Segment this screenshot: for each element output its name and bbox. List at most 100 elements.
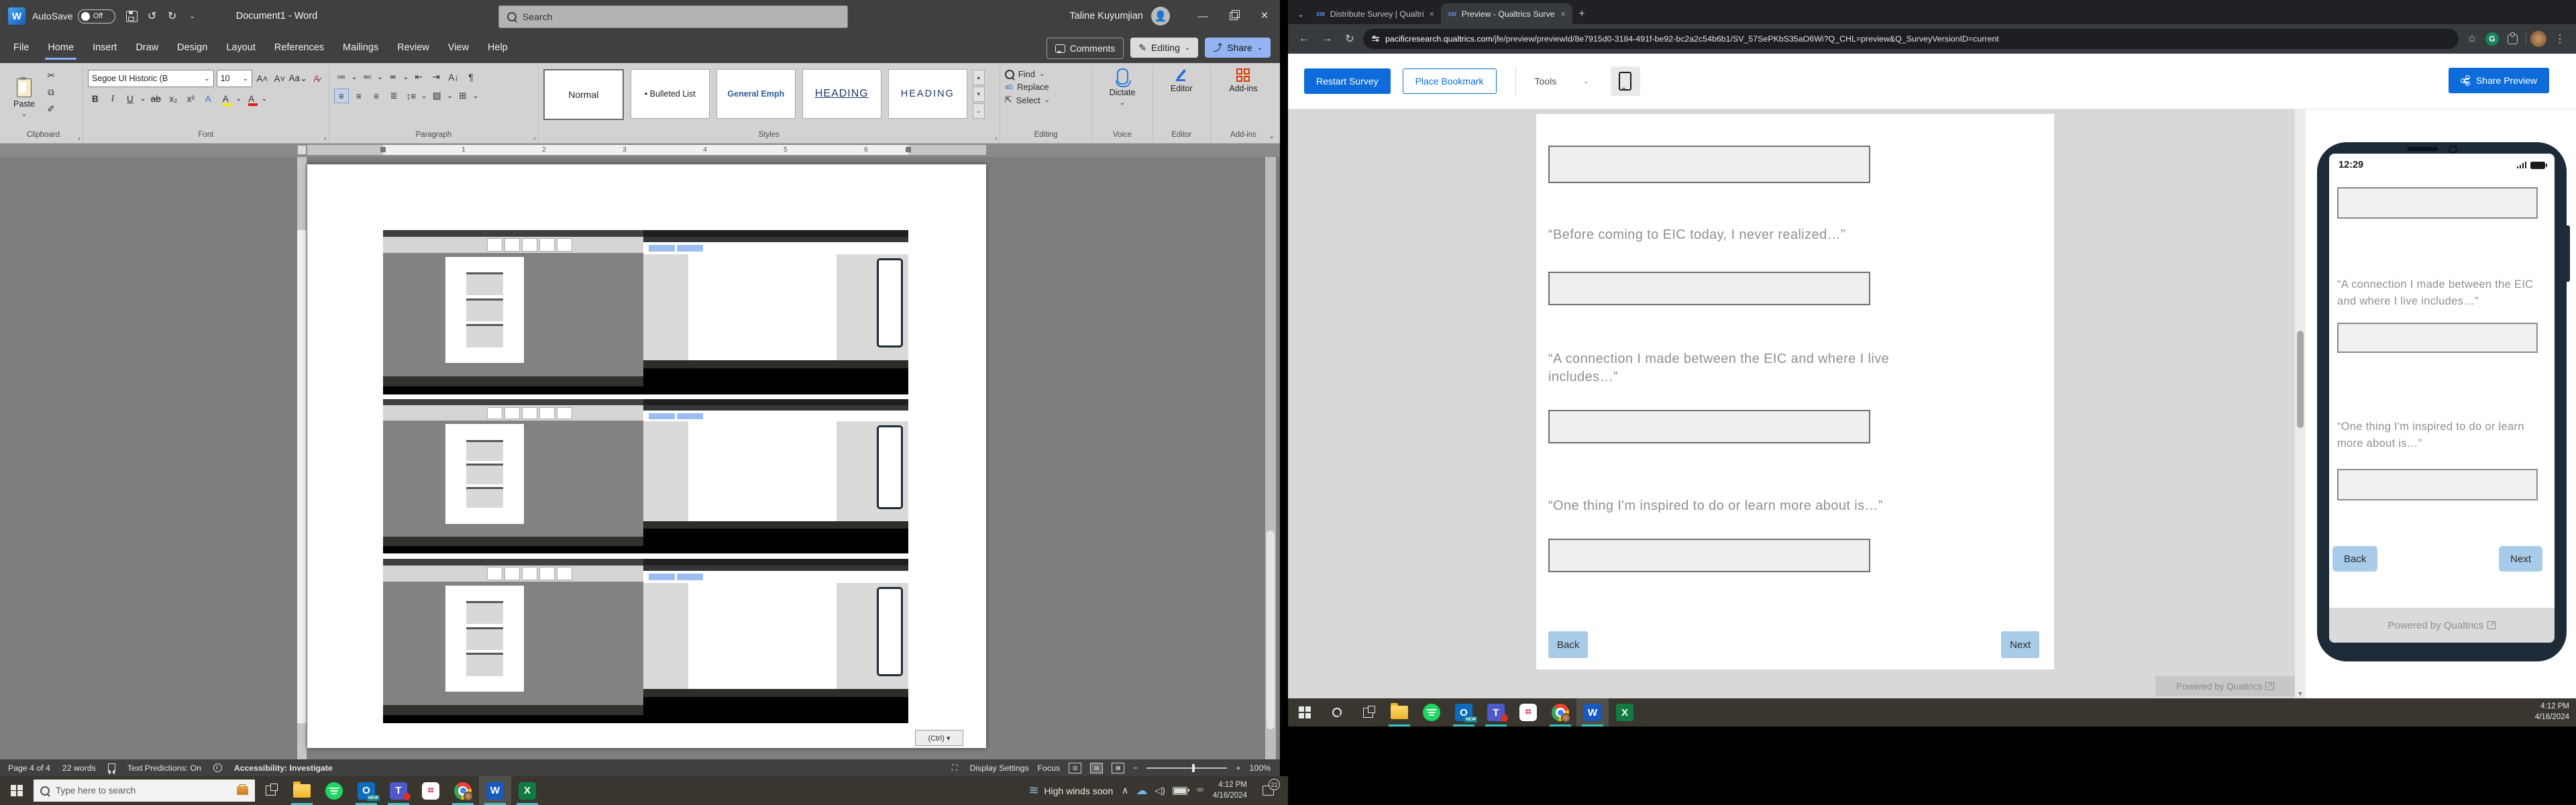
- scrollbar-thumb[interactable]: [2297, 331, 2304, 428]
- decrease-indent-button[interactable]: ⇤: [411, 70, 426, 85]
- address-bar[interactable]: pacificresearch.qualtrics.com/jfe/previe…: [1363, 29, 2459, 49]
- tab-search-button[interactable]: ⌄: [1292, 4, 1309, 24]
- multilevel-list-button[interactable]: ≖: [386, 70, 400, 85]
- text-entry-box[interactable]: [2337, 469, 2538, 500]
- word-search-box[interactable]: Search: [498, 5, 848, 28]
- tab-preview-survey[interactable]: XM Preview - Qualtrics Survey | Qua ×: [1441, 3, 1572, 24]
- show-hidden-icons[interactable]: ∧: [1122, 785, 1128, 796]
- reload-button[interactable]: ↻: [1340, 30, 1359, 48]
- scrollbar-thumb[interactable]: [1267, 531, 1275, 729]
- editing-mode-button[interactable]: ✎Editing⌄: [1130, 38, 1198, 58]
- read-mode-button[interactable]: ▥: [1069, 763, 1081, 773]
- taskbar-outlook[interactable]: ONEW: [1448, 698, 1480, 727]
- embedded-screenshot-3[interactable]: [383, 559, 908, 723]
- taskbar-search[interactable]: Type here to search: [34, 780, 255, 802]
- scrollbar-down-arrow[interactable]: ▼: [2295, 690, 2306, 697]
- next-button[interactable]: Next: [2001, 631, 2039, 658]
- redo-button[interactable]: ↻: [162, 6, 182, 26]
- editor-button[interactable]: Editor: [1171, 66, 1193, 131]
- web-layout-button[interactable]: ▦: [1112, 763, 1124, 773]
- document-page[interactable]: (Ctrl) ▾: [307, 164, 986, 748]
- place-bookmark-button[interactable]: Place Bookmark: [1403, 68, 1497, 94]
- shading-button[interactable]: ▨: [429, 89, 444, 103]
- tab-layout[interactable]: Layout: [225, 40, 257, 56]
- powered-by-qualtrics[interactable]: Powered by Qualtrics↗: [2329, 608, 2555, 643]
- taskbar-file-explorer[interactable]: [1383, 698, 1415, 727]
- start-button[interactable]: [1288, 698, 1322, 727]
- wifi-icon[interactable]: [1195, 787, 1205, 795]
- text-entry-box[interactable]: [1548, 272, 1870, 305]
- borders-button[interactable]: ⊞: [455, 89, 470, 103]
- text-entry-box[interactable]: [2337, 323, 2538, 353]
- tab-insert[interactable]: Insert: [91, 40, 118, 56]
- undo-button[interactable]: ↺: [142, 6, 162, 26]
- text-entry-box[interactable]: [2337, 187, 2538, 219]
- search-highlights-icon[interactable]: [237, 786, 248, 795]
- text-effects-button[interactable]: A: [201, 91, 215, 106]
- comments-button[interactable]: Comments: [1046, 38, 1124, 59]
- font-dialog-launcher[interactable]: ⌟: [323, 133, 327, 141]
- tab-design[interactable]: Design: [176, 40, 209, 56]
- page-indicator[interactable]: Page 4 of 4: [8, 763, 50, 773]
- taskbar-clock[interactable]: 4:12 PM4/16/2024: [1213, 780, 1247, 801]
- indent-marker-left[interactable]: [380, 147, 386, 152]
- taskbar-chrome[interactable]: [447, 776, 479, 805]
- tab-distribute-survey[interactable]: XM Distribute Survey | Qualtrics Ex ×: [1309, 3, 1441, 24]
- strikethrough-button[interactable]: ab: [148, 91, 163, 106]
- text-entry-box[interactable]: [1548, 146, 1870, 183]
- tab-view[interactable]: View: [447, 40, 470, 56]
- superscript-button[interactable]: x²: [183, 91, 198, 106]
- collapse-ribbon-button[interactable]: ⌄: [1269, 131, 1275, 140]
- copy-button[interactable]: ⧉: [44, 85, 58, 100]
- powered-by-qualtrics[interactable]: Powered by Qualtrics↗: [2155, 676, 2295, 696]
- zoom-knob[interactable]: [1192, 764, 1195, 772]
- mobile-view-toggle[interactable]: [1611, 66, 1640, 96]
- word-count[interactable]: 22 words: [62, 763, 96, 773]
- horizontal-ruler[interactable]: 1 2 3 4 5 6: [0, 144, 1280, 157]
- paragraph-dialog-launcher[interactable]: ⌟: [533, 133, 536, 141]
- select-button[interactable]: ⇱Select⌄: [1005, 95, 1050, 105]
- font-name-combo[interactable]: Segoe UI Historic (B⌄: [88, 70, 214, 87]
- clear-format-button[interactable]: A̷: [309, 71, 324, 86]
- paste-options-button[interactable]: (Ctrl) ▾: [915, 730, 963, 746]
- style-heading2[interactable]: HEADING: [888, 69, 967, 119]
- taskbar-file-explorer[interactable]: [286, 776, 318, 805]
- zoom-out-button[interactable]: −: [1133, 763, 1138, 773]
- chrome-menu-icon[interactable]: ⋮: [2551, 30, 2569, 48]
- search-button[interactable]: [1322, 698, 1352, 727]
- font-size-combo[interactable]: 10⌄: [217, 70, 252, 87]
- addins-button[interactable]: Add-ins: [1229, 66, 1257, 131]
- bookmark-star-icon[interactable]: ☆: [2463, 30, 2481, 48]
- taskbar-excel[interactable]: X: [1609, 698, 1641, 727]
- tab-file[interactable]: File: [12, 40, 30, 56]
- taskbar-word[interactable]: W: [479, 776, 511, 805]
- restore-button[interactable]: [1218, 0, 1249, 32]
- format-painter-button[interactable]: ✐: [44, 102, 58, 117]
- next-button[interactable]: Next: [2499, 546, 2542, 572]
- text-entry-box[interactable]: [1548, 410, 1870, 443]
- volume-icon[interactable]: ◁): [1155, 785, 1165, 796]
- display-settings[interactable]: Display Settings: [970, 763, 1029, 773]
- autosave-toggle[interactable]: AutoSave Off: [32, 9, 115, 23]
- document-scrollbar[interactable]: [1265, 157, 1276, 759]
- zoom-in-button[interactable]: +: [1236, 763, 1240, 773]
- preview-scrollbar[interactable]: ▼: [2295, 109, 2306, 698]
- underline-button[interactable]: U: [123, 91, 138, 106]
- styles-scroll-down[interactable]: ▾: [973, 87, 985, 102]
- line-spacing-button[interactable]: ↕≡: [404, 89, 419, 103]
- autosave-pill[interactable]: Off: [78, 9, 115, 23]
- clipboard-dialog-launcher[interactable]: ⌟: [77, 133, 80, 141]
- vertical-ruler[interactable]: [297, 157, 307, 759]
- onedrive-icon[interactable]: ☁: [1136, 784, 1147, 798]
- grammarly-extension-icon[interactable]: G: [2485, 32, 2499, 46]
- battery-icon[interactable]: [1173, 787, 1187, 795]
- style-bulleted-list[interactable]: • Bulleted List: [631, 69, 710, 119]
- back-button[interactable]: Back: [2332, 546, 2377, 572]
- grow-font-button[interactable]: A˄: [255, 71, 270, 86]
- close-tab-icon[interactable]: ×: [1429, 9, 1434, 19]
- bullet-list-button[interactable]: ≔: [334, 70, 349, 85]
- cut-button[interactable]: ✂: [44, 68, 58, 83]
- paste-button[interactable]: Paste⌄: [9, 66, 40, 131]
- taskbar-slack[interactable]: ⌗: [1512, 698, 1544, 727]
- tab-selector[interactable]: [297, 145, 307, 155]
